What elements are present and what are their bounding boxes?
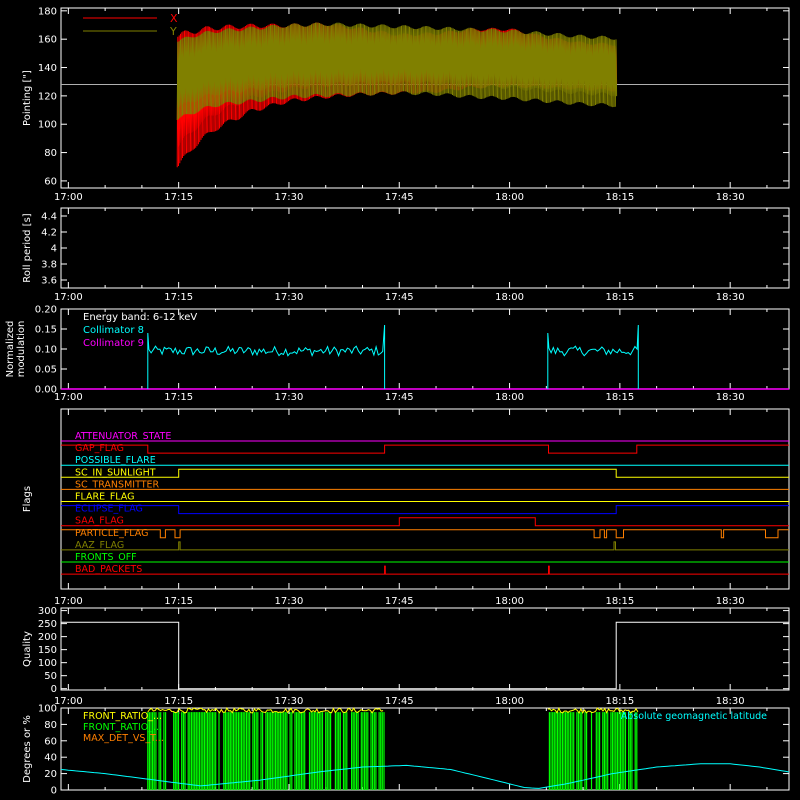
quality-x-tick-label: 18:00 xyxy=(495,696,524,707)
flags-x-tick-label: 18:00 xyxy=(495,596,524,607)
flag-label-attenuator-state: ATTENUATOR_STATE xyxy=(75,431,171,442)
quality-y-tick-label: 200 xyxy=(38,632,57,643)
roll_period-y-tick-label: 3.8 xyxy=(41,260,57,271)
flag-label-bad-packets: BAD_PACKETS xyxy=(75,564,142,575)
legend-collimator-9: Collimator 9 xyxy=(83,338,144,349)
modulation-y-tick-label: 0.10 xyxy=(35,345,57,356)
geomagnetic-legend-item: FRONT_RATIO_... xyxy=(83,711,162,722)
flags-x-tick-label: 17:30 xyxy=(275,596,304,607)
pointing-ylabel: Pointing ["] xyxy=(22,70,33,126)
flag-label-possible-flare: POSSIBLE_FLARE xyxy=(75,455,156,466)
roll_period-x-tick-label: 17:00 xyxy=(54,292,83,303)
quality-ylabel: Quality xyxy=(22,631,33,667)
modulation-x-tick-label: 17:15 xyxy=(164,392,193,403)
quality-x-tick-label: 17:45 xyxy=(385,696,414,707)
pointing-y-tick-label: 60 xyxy=(44,176,57,187)
roll_period-y-tick-label: 4.2 xyxy=(41,228,57,239)
modulation-legend-title: Energy band: 6-12 keV xyxy=(83,312,197,323)
legend-label-x: X xyxy=(170,12,178,25)
modulation-x-tick-label: 18:00 xyxy=(495,392,524,403)
pointing-y-tick-label: 80 xyxy=(44,148,57,159)
flags-x-tick-label: 17:45 xyxy=(385,596,414,607)
pointing-x-tick-label: 18:30 xyxy=(716,192,745,203)
flag-label-flare-flag: FLARE_FLAG xyxy=(75,492,135,503)
roll_period-x-tick-label: 18:15 xyxy=(605,292,634,303)
flag-label-aaz-flag: AAZ_FLAG xyxy=(75,540,124,551)
geomagnetic-y-tick-label: 80 xyxy=(44,720,57,731)
geomagnetic-y-tick-label: 20 xyxy=(44,769,57,780)
flag-label-sc-transmitter: SC_TRANSMITTER xyxy=(75,479,160,490)
modulation-x-tick-label: 17:30 xyxy=(275,392,304,403)
geomagnetic-ylabel: Degrees or % xyxy=(22,715,33,783)
quality-x-tick-label: 17:00 xyxy=(54,696,83,707)
modulation-y-tick-label: 0.00 xyxy=(35,385,57,396)
roll_period-y-tick-label: 4.4 xyxy=(41,212,57,223)
quality-x-tick-label: 18:15 xyxy=(605,696,634,707)
pointing-y-tick-label: 180 xyxy=(38,6,57,17)
quality-y-tick-label: 300 xyxy=(38,606,57,617)
roll_period-x-tick-label: 18:30 xyxy=(716,292,745,303)
geomagnetic-y-tick-label: 100 xyxy=(38,704,57,715)
quality-y-tick-label: 50 xyxy=(44,671,57,682)
pointing-y-tick-label: 140 xyxy=(38,63,57,74)
pointing-x-tick-label: 18:00 xyxy=(495,192,524,203)
modulation-ylabel-line: modulation xyxy=(16,321,27,378)
legend-label-y: Y xyxy=(169,25,177,38)
flags-ylabel: Flags xyxy=(22,486,33,512)
modulation-y-tick-label: 0.05 xyxy=(35,365,57,376)
flag-label-saa-flag: SAA_FLAG xyxy=(75,516,124,527)
pointing-x-tick-label: 17:00 xyxy=(54,192,83,203)
roll_period-y-tick-label: 3.6 xyxy=(41,276,57,287)
pointing-x-tick-label: 17:45 xyxy=(385,192,414,203)
modulation-ylabel-line: Normalized xyxy=(5,321,16,378)
quality-y-tick-label: 100 xyxy=(38,658,57,669)
pointing-y-tick-label: 100 xyxy=(38,120,57,131)
legend-collimator-8: Collimator 8 xyxy=(83,325,144,336)
pointing-y-tick-label: 160 xyxy=(38,35,57,46)
modulation-x-tick-label: 17:45 xyxy=(385,392,414,403)
rhessi-quicklook-figure: 17:00 17:15 17:30 17:45 18:00 18:15 18:30 60 80 1… xyxy=(0,0,800,800)
roll_period-x-tick-label: 17:30 xyxy=(275,292,304,303)
flag-label-sc-in-sunlight: SC_IN_SUNLIGHT xyxy=(75,467,156,478)
flags-x-tick-label: 18:15 xyxy=(605,596,634,607)
roll_period-ylabel: Roll period [s] xyxy=(22,213,33,282)
geomagnetic-y-tick-label: 0 xyxy=(51,786,57,797)
geomagnetic-legend-item: FRONT_RATIO_... xyxy=(83,722,162,733)
flags-x-tick-label: 18:30 xyxy=(716,596,745,607)
modulation-x-tick-label: 18:30 xyxy=(716,392,745,403)
quality-y-tick-label: 250 xyxy=(38,619,57,630)
flag-label-fronts-off: FRONTS_OFF xyxy=(75,552,137,563)
modulation-y-tick-label: 0.20 xyxy=(35,305,57,316)
geomagnetic-legend-item: MAX_DET_VS_T... xyxy=(83,733,164,744)
modulation-y-tick-label: 0.15 xyxy=(35,325,57,336)
quality-y-tick-label: 0 xyxy=(51,684,57,695)
flag-label-particle-flag: PARTICLE_FLAG xyxy=(75,528,148,539)
flags-x-tick-label: 17:00 xyxy=(54,596,83,607)
roll_period-x-tick-label: 18:00 xyxy=(495,292,524,303)
pointing-x-tick-label: 17:15 xyxy=(164,192,193,203)
pointing-x-tick-label: 17:30 xyxy=(275,192,304,203)
quality-x-tick-label: 18:30 xyxy=(716,696,745,707)
quality-x-tick-label: 17:30 xyxy=(275,696,304,707)
flags-x-tick-label: 17:15 xyxy=(164,596,193,607)
pointing-y-tick-label: 120 xyxy=(38,91,57,102)
roll_period-x-tick-label: 17:45 xyxy=(385,292,414,303)
flag-label-eclipse-flag: ECLIPSE_FLAG xyxy=(75,504,143,515)
modulation-x-tick-label: 18:15 xyxy=(605,392,634,403)
geomagnetic-y-tick-label: 60 xyxy=(44,736,57,747)
modulation-x-tick-label: 17:00 xyxy=(54,392,83,403)
flag-label-gap-flag: GAP_FLAG xyxy=(75,443,124,454)
quality-y-tick-label: 150 xyxy=(38,645,57,656)
geomagnetic-y-tick-label: 40 xyxy=(44,753,57,764)
roll_period-x-tick-label: 17:15 xyxy=(164,292,193,303)
pointing-x-tick-label: 18:15 xyxy=(605,192,634,203)
roll_period-y-tick-label: 4 xyxy=(51,244,57,255)
quality-x-tick-label: 17:15 xyxy=(164,696,193,707)
geomagnetic-latitude-label: Absolute geomagnetic latitude xyxy=(621,711,767,722)
